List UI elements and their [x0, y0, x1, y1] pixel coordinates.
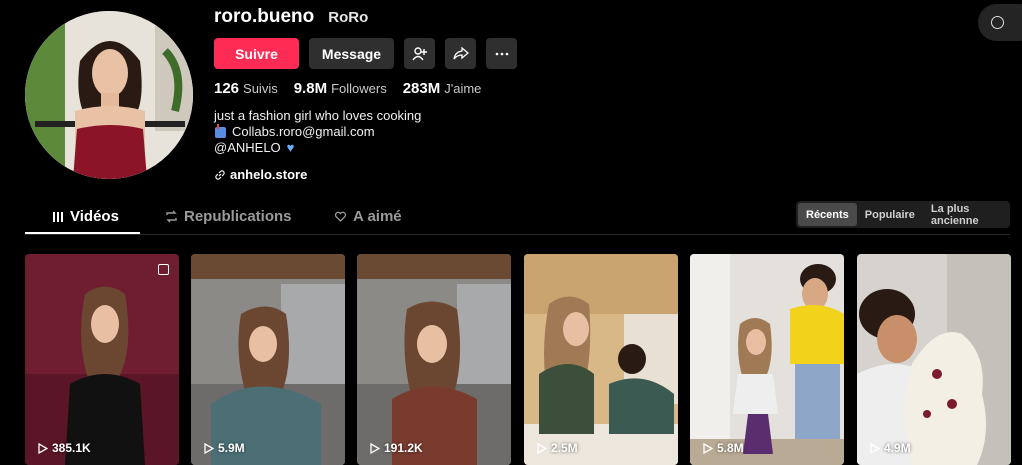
- profile-bio: just a fashion girl who loves cooking Co…: [214, 108, 421, 156]
- stat-likes: 283M J'aime: [402, 80, 482, 97]
- play-icon: [370, 442, 380, 454]
- sort-oldest[interactable]: La plus ancienne: [923, 203, 1010, 227]
- tab-liked[interactable]: A aimé: [334, 208, 402, 225]
- sort-recent[interactable]: Récents: [798, 203, 857, 226]
- multi-photo-icon: [158, 264, 169, 275]
- view-count: 385.1K: [38, 441, 91, 455]
- add-user-icon: [411, 46, 427, 60]
- username: roro.bueno: [214, 6, 315, 27]
- link-icon: [215, 169, 225, 180]
- blue-heart-icon: ♥: [286, 140, 295, 155]
- compass-icon: [991, 16, 1004, 29]
- profile-stats: 126 Suivis 9.8M Followers 283M J'aime: [214, 80, 481, 97]
- nickname: RoRo: [328, 9, 369, 26]
- play-icon: [38, 442, 48, 454]
- sort-selector: Récents Populaire La plus ancienne: [796, 201, 1010, 228]
- share-button[interactable]: [445, 38, 476, 69]
- view-count: 5.8M: [703, 441, 744, 455]
- tab-videos[interactable]: Vidéos: [52, 208, 119, 225]
- view-count: 5.9M: [204, 441, 245, 455]
- play-icon: [204, 442, 214, 454]
- active-tab-indicator: [25, 232, 140, 234]
- bio-mention[interactable]: @ANHELO: [214, 140, 281, 156]
- grid-icon: [53, 211, 63, 222]
- top-right-control[interactable]: [978, 4, 1022, 41]
- sort-popular[interactable]: Populaire: [857, 203, 923, 226]
- stat-following[interactable]: 126 Suivis: [214, 80, 278, 97]
- heart-lock-icon: [334, 211, 347, 222]
- bio-line: just a fashion girl who loves cooking: [214, 108, 422, 123]
- play-icon: [703, 442, 713, 454]
- video-card[interactable]: 385.1K: [25, 254, 179, 465]
- repost-icon: [166, 210, 177, 223]
- video-card[interactable]: 4.9M: [857, 254, 1011, 465]
- video-card[interactable]: 191.2K: [357, 254, 511, 465]
- message-button[interactable]: Message: [309, 38, 394, 69]
- video-card[interactable]: 5.8M: [690, 254, 844, 465]
- view-count: 4.9M: [870, 441, 911, 455]
- profile-actions: Suivre Message: [214, 38, 517, 69]
- share-icon: [452, 46, 469, 59]
- bio-email: Collabs.roro@gmail.com: [232, 124, 375, 139]
- tab-reposts[interactable]: Republications: [165, 208, 292, 225]
- video-card[interactable]: 5.9M: [191, 254, 345, 465]
- play-icon: [870, 442, 880, 454]
- view-count: 2.5M: [537, 441, 578, 455]
- more-icon: [495, 52, 508, 55]
- profile-link[interactable]: anhelo.store: [214, 167, 307, 182]
- stat-followers[interactable]: 9.8M Followers: [294, 80, 387, 97]
- view-count: 191.2K: [370, 441, 423, 455]
- video-card[interactable]: 2.5M: [524, 254, 678, 465]
- add-friend-button[interactable]: [404, 38, 435, 69]
- profile-avatar: [25, 11, 193, 179]
- play-icon: [537, 442, 547, 454]
- mailbox-icon: [215, 123, 226, 138]
- more-button[interactable]: [486, 38, 517, 69]
- follow-button[interactable]: Suivre: [214, 38, 299, 69]
